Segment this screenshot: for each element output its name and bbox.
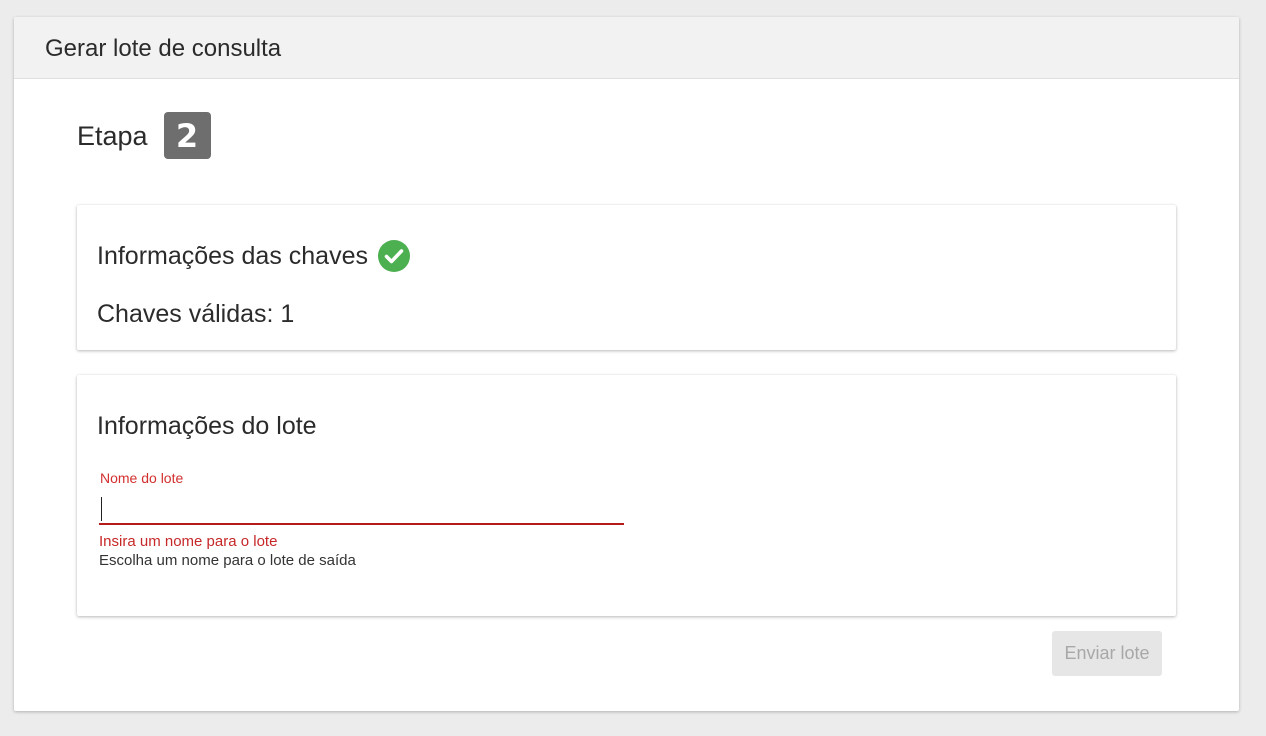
batch-name-error: Insira um nome para o lote (99, 533, 278, 550)
batch-name-input[interactable] (99, 491, 624, 525)
page-title: Gerar lote de consulta (45, 35, 282, 62)
batch-info-card: Informações do lote Nome do lote Insira … (77, 375, 1176, 616)
panel-header: Gerar lote de consulta (14, 17, 1239, 79)
step-number-badge: 2 (163, 112, 211, 159)
step-label: Etapa (77, 120, 148, 151)
batch-card-heading: Informações do lote (97, 412, 317, 440)
valid-keys-count: Chaves válidas: 1 (97, 300, 295, 328)
submit-batch-button[interactable]: Enviar lote (1052, 631, 1162, 676)
batch-name-label: Nome do lote (100, 470, 184, 486)
check-circle-icon (377, 240, 410, 272)
step-indicator: Etapa 2 (77, 112, 211, 159)
text-caret (101, 497, 102, 521)
keys-info-card: Informações das chaves Chaves válidas: 1 (77, 205, 1176, 350)
batch-panel: Gerar lote de consulta Etapa 2 Informaçõ… (14, 17, 1239, 711)
batch-name-hint: Escolha um nome para o lote de saída (99, 552, 356, 569)
keys-card-title: Informações das chaves (97, 242, 368, 270)
keys-card-heading: Informações das chaves (97, 240, 410, 272)
